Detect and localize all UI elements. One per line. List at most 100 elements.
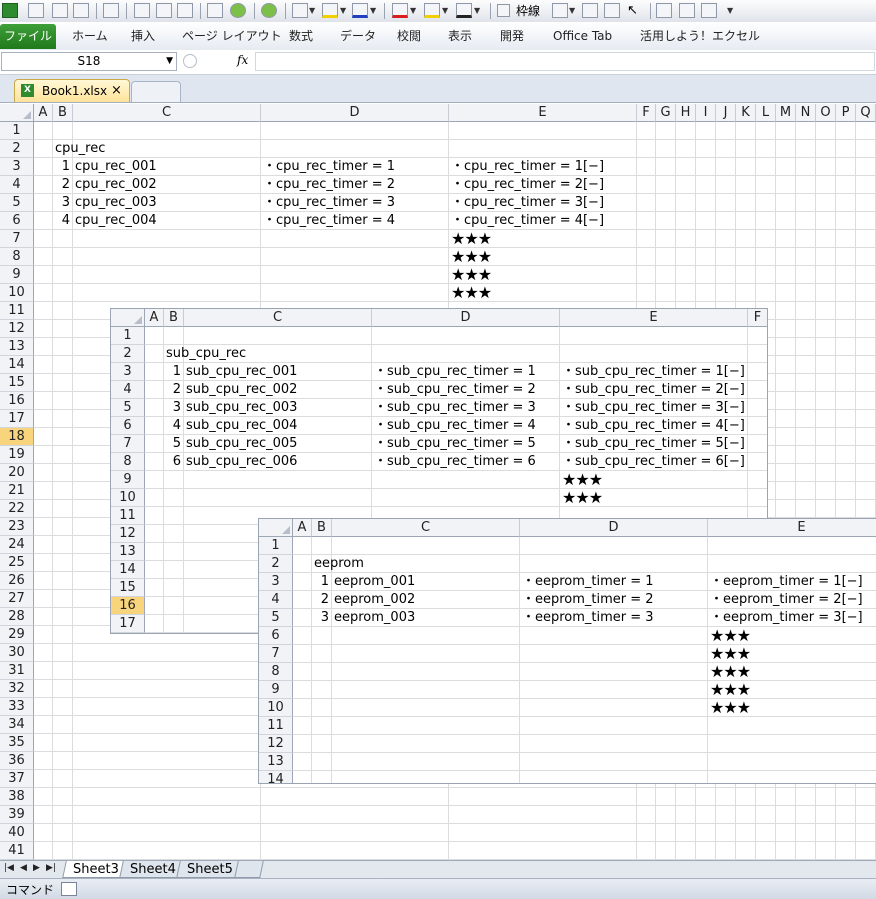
row-header[interactable]: 5 xyxy=(0,194,34,212)
row-header[interactable]: 3 xyxy=(0,158,34,176)
row-header[interactable]: 41 xyxy=(0,842,34,860)
row-header[interactable]: 15 xyxy=(0,374,34,392)
select-all-corner[interactable] xyxy=(0,104,34,122)
row-header[interactable]: 11 xyxy=(111,507,145,525)
row-header[interactable]: 16 xyxy=(0,392,34,410)
tab-review[interactable]: 校閲 xyxy=(397,28,421,44)
file-tab[interactable]: ファイル xyxy=(0,24,56,49)
row-header[interactable]: 4 xyxy=(259,591,293,609)
row-header[interactable]: 14 xyxy=(111,561,145,579)
row-header[interactable]: 2 xyxy=(0,140,34,158)
row-header[interactable]: 1 xyxy=(0,122,34,140)
chevron-down-icon[interactable]: ▼ xyxy=(410,3,419,18)
gridlines-checkbox[interactable] xyxy=(497,4,510,17)
row-header[interactable]: 5 xyxy=(111,399,145,417)
row-header[interactable]: 37 xyxy=(0,770,34,788)
row-header[interactable]: 27 xyxy=(0,590,34,608)
column-header[interactable]: B xyxy=(312,519,332,537)
row-header[interactable]: 7 xyxy=(111,435,145,453)
row-header[interactable]: 9 xyxy=(111,471,145,489)
row-header[interactable]: 36 xyxy=(0,752,34,770)
tab-katsuyou-excel[interactable]: 活用しよう！エクセル xyxy=(640,28,760,44)
close-icon[interactable]: × xyxy=(111,81,122,101)
column-header[interactable]: E xyxy=(708,519,876,537)
formula-input[interactable] xyxy=(255,52,875,71)
row-header[interactable]: 6 xyxy=(111,417,145,435)
row-header[interactable]: 10 xyxy=(0,284,34,302)
column-header[interactable]: E xyxy=(560,309,748,327)
row-header[interactable]: 15 xyxy=(111,579,145,597)
column-header[interactable]: A xyxy=(145,309,164,327)
column-header[interactable]: P xyxy=(836,104,856,122)
new-workbook-tab[interactable] xyxy=(131,81,181,102)
chevron-down-icon[interactable]: ▼ xyxy=(340,3,349,18)
highlight-color-icon[interactable] xyxy=(424,3,440,18)
row-header[interactable]: 21 xyxy=(0,482,34,500)
eraser-icon[interactable] xyxy=(604,3,620,18)
row-header[interactable]: 35 xyxy=(0,734,34,752)
column-header[interactable]: D xyxy=(261,104,449,122)
tab-insert[interactable]: 挿入 xyxy=(131,28,155,44)
row-header[interactable]: 2 xyxy=(259,555,293,573)
column-header[interactable]: E xyxy=(449,104,637,122)
column-header[interactable]: F xyxy=(637,104,656,122)
row-header[interactable]: 8 xyxy=(0,248,34,266)
select-all-corner[interactable] xyxy=(259,519,293,537)
select-all-corner[interactable] xyxy=(111,309,145,327)
column-header[interactable]: C xyxy=(184,309,372,327)
column-header[interactable]: Q xyxy=(856,104,876,122)
column-header[interactable]: J xyxy=(716,104,736,122)
insert-function-button[interactable]: fx xyxy=(237,53,248,67)
row-header[interactable]: 19 xyxy=(0,446,34,464)
name-box[interactable]: S18 ▼ xyxy=(1,52,177,71)
row-header[interactable]: 7 xyxy=(259,645,293,663)
column-header[interactable]: H xyxy=(676,104,696,122)
column-header[interactable]: D xyxy=(520,519,708,537)
row-header[interactable]: 9 xyxy=(0,266,34,284)
pen-color-icon[interactable] xyxy=(352,3,368,18)
row-header[interactable]: 34 xyxy=(0,716,34,734)
chevron-down-icon[interactable]: ▼ xyxy=(569,3,578,18)
formula-bar-grip-icon[interactable] xyxy=(183,54,197,68)
chevron-down-icon[interactable]: ▼ xyxy=(442,3,451,18)
green-circle-icon[interactable] xyxy=(261,3,277,18)
row-header[interactable]: 9 xyxy=(259,681,293,699)
border-thick-icon[interactable] xyxy=(73,3,89,18)
row-header[interactable]: 13 xyxy=(0,338,34,356)
tab-office-tab[interactable]: Office Tab xyxy=(553,28,612,44)
customize-toolbar-icon[interactable]: ▼ xyxy=(727,3,736,18)
row-header[interactable]: 17 xyxy=(0,410,34,428)
prev-sheet-icon[interactable]: ◀ xyxy=(20,863,27,873)
row-header[interactable]: 8 xyxy=(111,453,145,471)
chevron-down-icon[interactable]: ▼ xyxy=(474,3,483,18)
green-circle-icon[interactable] xyxy=(230,3,246,18)
row-header[interactable]: 39 xyxy=(0,806,34,824)
row-header[interactable]: 12 xyxy=(0,320,34,338)
unmerge-cells-icon[interactable] xyxy=(156,3,172,18)
row-header[interactable]: 7 xyxy=(0,230,34,248)
first-sheet-icon[interactable]: |◀ xyxy=(4,863,14,873)
column-header[interactable]: A xyxy=(293,519,312,537)
row-header[interactable]: 11 xyxy=(0,302,34,320)
column-header[interactable]: O xyxy=(816,104,836,122)
row-header[interactable]: 2 xyxy=(111,345,145,363)
column-header[interactable]: B xyxy=(53,104,73,122)
row-header[interactable]: 31 xyxy=(0,662,34,680)
tab-developer[interactable]: 開発 xyxy=(500,28,524,44)
font-a-icon[interactable] xyxy=(292,3,308,18)
column-header[interactable]: I xyxy=(696,104,716,122)
row-header[interactable]: 12 xyxy=(259,735,293,753)
row-header[interactable]: 10 xyxy=(259,699,293,717)
row-header[interactable]: 40 xyxy=(0,824,34,842)
font-color-icon[interactable] xyxy=(392,3,408,18)
workbook-tab[interactable]: X Book1.xlsx × xyxy=(14,79,130,102)
tab-page-layout[interactable]: ページ レイアウト xyxy=(182,28,282,44)
format-table-icon[interactable] xyxy=(552,3,568,18)
row-header[interactable]: 32 xyxy=(0,680,34,698)
tab-formulas[interactable]: 数式 xyxy=(289,28,313,44)
row-header[interactable]: 3 xyxy=(259,573,293,591)
tab-data[interactable]: データ xyxy=(340,28,376,44)
insert-sheet-icon[interactable] xyxy=(234,861,264,878)
column-header[interactable]: K xyxy=(736,104,756,122)
column-header[interactable]: C xyxy=(73,104,261,122)
